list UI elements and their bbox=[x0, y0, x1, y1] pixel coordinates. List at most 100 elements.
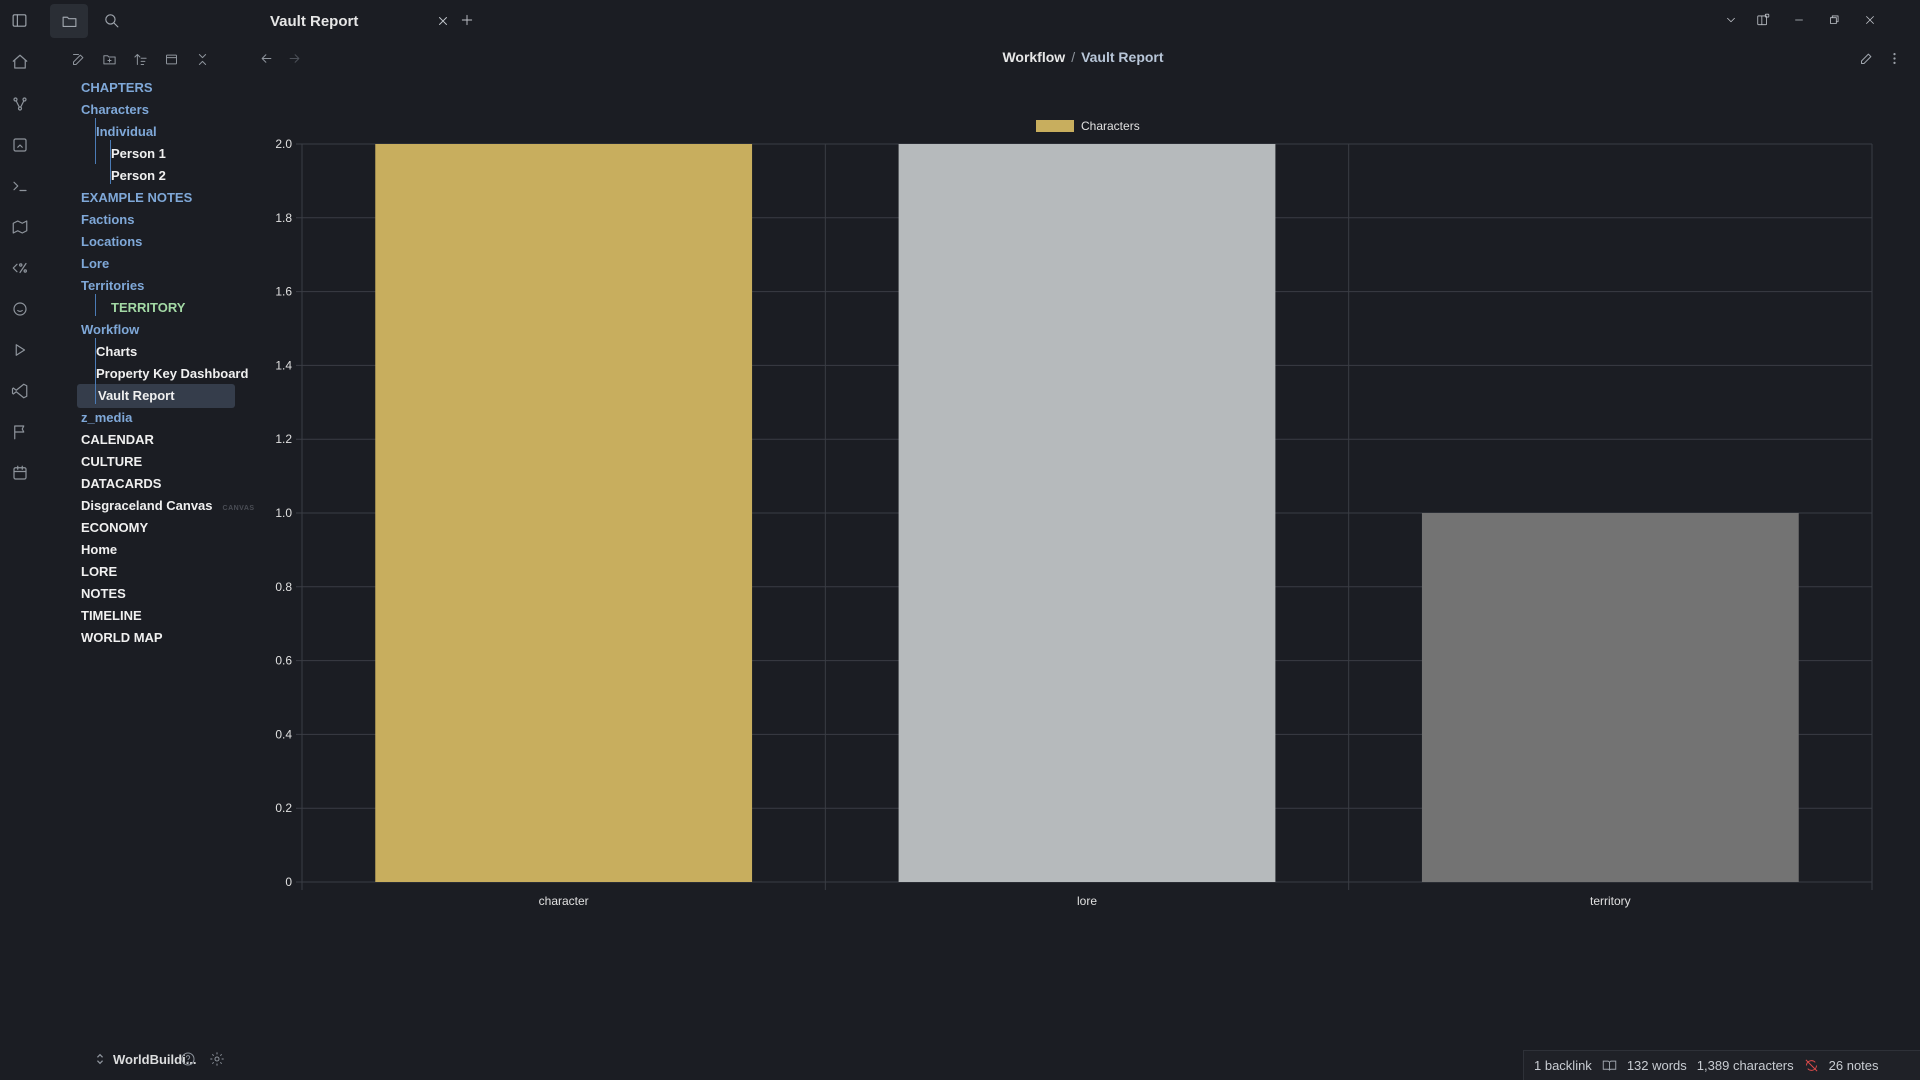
tree-item-label: NOTES bbox=[81, 586, 126, 601]
tree-file[interactable]: DATACARDS bbox=[81, 472, 161, 496]
tree-folder[interactable]: Factions bbox=[81, 208, 134, 232]
canvas-icon[interactable] bbox=[8, 133, 32, 157]
new-note-icon[interactable] bbox=[67, 48, 89, 70]
tree-file[interactable]: TERRITORY bbox=[111, 296, 185, 320]
tree-item-label: Home bbox=[81, 542, 118, 557]
restore-icon[interactable] bbox=[1824, 10, 1844, 30]
calendar-icon[interactable] bbox=[8, 461, 32, 485]
y-tick-label: 0.8 bbox=[275, 580, 292, 594]
tree-item-label: Property Key Dashboard bbox=[96, 366, 249, 381]
more-options-icon[interactable] bbox=[1884, 48, 1904, 68]
percent-code-icon[interactable] bbox=[8, 256, 32, 280]
notes-count: 26 notes bbox=[1828, 1058, 1879, 1073]
tree-item-label: Lore bbox=[81, 256, 110, 271]
tree-item-label: DATACARDS bbox=[81, 476, 162, 491]
tree-folder[interactable]: Lore bbox=[81, 252, 109, 276]
tree-file[interactable]: Vault Report bbox=[77, 384, 235, 408]
sidebar-toggle-icon[interactable] bbox=[4, 5, 34, 35]
tree-item-label: LORE bbox=[81, 564, 118, 579]
file-explorer-sidebar: CHAPTERS Characters Individual Person 1 Pers… bbox=[12, 0, 254, 1080]
tree-file[interactable]: CALENDAR bbox=[81, 428, 154, 452]
minimize-icon[interactable] bbox=[1789, 10, 1809, 30]
smile-icon[interactable] bbox=[8, 297, 32, 321]
tab-list-chevron-icon[interactable] bbox=[1721, 10, 1741, 30]
settings-icon[interactable] bbox=[207, 1049, 227, 1069]
tree-file[interactable]: LORE bbox=[81, 560, 117, 584]
word-count: 132 words bbox=[1626, 1058, 1687, 1073]
tree-folder[interactable]: Locations bbox=[81, 230, 142, 254]
tree-item-label: Characters bbox=[81, 102, 149, 117]
tree-item-label: ECONOMY bbox=[81, 520, 149, 535]
backlink-count[interactable]: 1 backlink bbox=[1534, 1058, 1592, 1073]
y-tick-label: 0.4 bbox=[275, 727, 292, 741]
tree-folder[interactable]: CHAPTERS bbox=[81, 76, 153, 100]
breadcrumb-current[interactable]: Vault Report bbox=[1081, 49, 1163, 65]
tree-folder[interactable]: Characters bbox=[81, 98, 149, 122]
y-tick-label: 1.8 bbox=[275, 211, 292, 225]
close-window-icon[interactable] bbox=[1860, 10, 1880, 30]
help-icon[interactable] bbox=[178, 1049, 198, 1069]
tree-file[interactable]: Home bbox=[81, 538, 117, 562]
sync-off-icon[interactable] bbox=[1804, 1058, 1819, 1073]
tree-folder[interactable]: z_media bbox=[81, 406, 132, 430]
tree-folder[interactable]: Individual bbox=[96, 120, 157, 144]
map-icon[interactable] bbox=[8, 215, 32, 239]
terminal-icon[interactable] bbox=[8, 174, 32, 198]
new-tab-icon[interactable] bbox=[460, 13, 474, 27]
tree-item-label: z_media bbox=[81, 410, 133, 425]
collapse-all-icon[interactable] bbox=[191, 48, 213, 70]
tab-bar: Vault Report bbox=[246, 0, 1920, 40]
legend-swatch bbox=[1036, 120, 1074, 132]
bar-character bbox=[375, 144, 753, 882]
tree-folder[interactable]: EXAMPLE NOTES bbox=[81, 186, 192, 210]
y-tick-label: 0.6 bbox=[275, 654, 292, 668]
tree-item-label: TIMELINE bbox=[81, 608, 142, 623]
tree-file[interactable]: TIMELINE bbox=[81, 604, 142, 628]
ribbon bbox=[0, 0, 40, 1080]
edit-pencil-icon[interactable] bbox=[1856, 48, 1876, 68]
tree-file[interactable]: Person 2 bbox=[111, 164, 166, 188]
layout-toggle-icon[interactable] bbox=[1753, 10, 1773, 30]
status-bar: 1 backlink 132 words 1,389 characters 26… bbox=[1523, 1050, 1920, 1080]
chart-canvas: 0 0.2 0.4 0.6 0.8 1.0 1.2 1.4 1.6 1.8 2.0 character… bbox=[275, 119, 1873, 908]
y-tick-label: 1.0 bbox=[275, 506, 292, 520]
collapse-view-icon[interactable] bbox=[160, 48, 182, 70]
tree-item-label: Individual bbox=[96, 124, 157, 139]
breadcrumb-parent[interactable]: Workflow bbox=[1002, 49, 1065, 65]
tree-item-label: CHAPTERS bbox=[81, 80, 153, 95]
x-tick-label: territory bbox=[1590, 894, 1631, 908]
y-tick-label: 2.0 bbox=[275, 137, 292, 151]
tree-file[interactable]: WORLD MAP bbox=[81, 626, 163, 650]
close-tab-icon[interactable] bbox=[436, 14, 450, 28]
tree-item-label: EXAMPLE NOTES bbox=[81, 190, 193, 205]
chevron-up-down-icon bbox=[96, 1053, 104, 1065]
tree-file[interactable]: ECONOMY bbox=[81, 516, 148, 540]
search-icon[interactable] bbox=[96, 5, 126, 35]
tree-file[interactable]: CULTURE bbox=[81, 450, 142, 474]
sort-icon[interactable] bbox=[129, 48, 151, 70]
flag-icon[interactable] bbox=[8, 420, 32, 444]
breadcrumb-separator: / bbox=[1071, 49, 1076, 65]
tree-file[interactable]: Person 1 bbox=[111, 142, 166, 166]
tree-folder[interactable]: Workflow bbox=[81, 318, 139, 342]
tree-file[interactable]: Property Key Dashboard bbox=[96, 362, 248, 386]
tree-file[interactable]: Charts bbox=[96, 340, 137, 364]
tree-file[interactable]: Disgraceland Canvas CANVAS bbox=[81, 494, 255, 518]
tree-item-label: Person 1 bbox=[111, 146, 166, 161]
character-count: 1,389 characters bbox=[1696, 1058, 1794, 1073]
tab-vault-report[interactable]: Vault Report bbox=[258, 8, 454, 34]
folder-icon[interactable] bbox=[50, 4, 88, 38]
tree-item-label: Charts bbox=[96, 344, 138, 359]
tree-folder[interactable]: Territories bbox=[81, 274, 144, 298]
vscode-icon[interactable] bbox=[8, 379, 32, 403]
tree-item-label: Vault Report bbox=[98, 388, 175, 403]
legend-label: Characters bbox=[1081, 119, 1140, 133]
tree-item-label: Factions bbox=[81, 212, 135, 227]
new-folder-icon[interactable] bbox=[98, 48, 120, 70]
graph-icon[interactable] bbox=[8, 92, 32, 116]
play-icon[interactable] bbox=[8, 338, 32, 362]
reading-mode-icon[interactable] bbox=[1602, 1058, 1617, 1073]
home-icon[interactable] bbox=[8, 50, 32, 74]
x-tick-label: character bbox=[539, 894, 589, 908]
tree-file[interactable]: NOTES bbox=[81, 582, 126, 606]
